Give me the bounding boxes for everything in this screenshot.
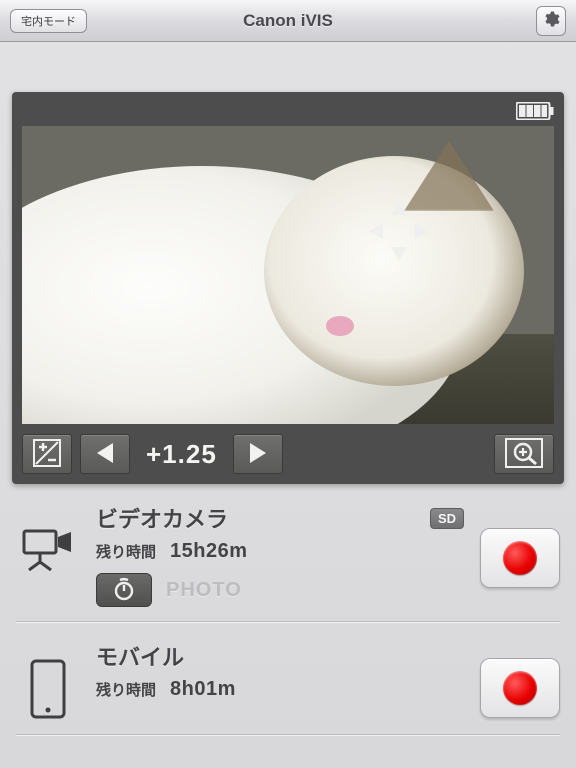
camera-title: ビデオカメラ: [96, 502, 228, 534]
camcorder-icon: [16, 502, 80, 572]
ev-value: +1.25: [138, 439, 225, 470]
live-preview[interactable]: [22, 126, 554, 424]
photo-label: PHOTO: [166, 579, 242, 602]
triangle-right-icon: [248, 441, 268, 468]
ev-toggle-button[interactable]: [22, 434, 72, 474]
mode-button[interactable]: 宅内モード: [10, 9, 87, 33]
record-icon: [503, 671, 537, 705]
settings-button[interactable]: [536, 6, 566, 36]
record-icon: [503, 541, 537, 575]
mobile-record-button[interactable]: [480, 658, 560, 718]
top-bar: 宅内モード Canon iVIS: [0, 0, 576, 42]
gear-icon: [542, 10, 560, 31]
ev-increase-button[interactable]: [233, 434, 283, 474]
camera-record-button[interactable]: [480, 528, 560, 588]
viewfinder-panel: +1.25: [12, 92, 564, 484]
zoom-in-button[interactable]: [494, 434, 554, 474]
camera-remain-label: 残り時間: [96, 541, 156, 562]
mobile-remain-value: 8h01m: [170, 678, 236, 701]
battery-icon: [516, 102, 554, 120]
mobile-icon: [16, 640, 80, 720]
triangle-left-icon: [95, 441, 115, 468]
magnify-plus-icon: [505, 438, 543, 471]
ev-decrease-button[interactable]: [80, 434, 130, 474]
storage-badge: SD: [430, 508, 464, 529]
camera-remain-value: 15h26m: [170, 540, 248, 563]
exposure-strip: +1.25: [22, 424, 554, 474]
self-timer-icon: [112, 577, 136, 604]
mobile-title: モバイル: [96, 640, 184, 672]
device-row-camera: ビデオカメラ SD 残り時間 15h26m PHOTO: [16, 502, 560, 622]
plus-minus-icon: [33, 439, 61, 470]
self-timer-button[interactable]: [96, 573, 152, 607]
device-row-mobile: モバイル 残り時間 8h01m: [16, 640, 560, 735]
mobile-remain-label: 残り時間: [96, 679, 156, 700]
